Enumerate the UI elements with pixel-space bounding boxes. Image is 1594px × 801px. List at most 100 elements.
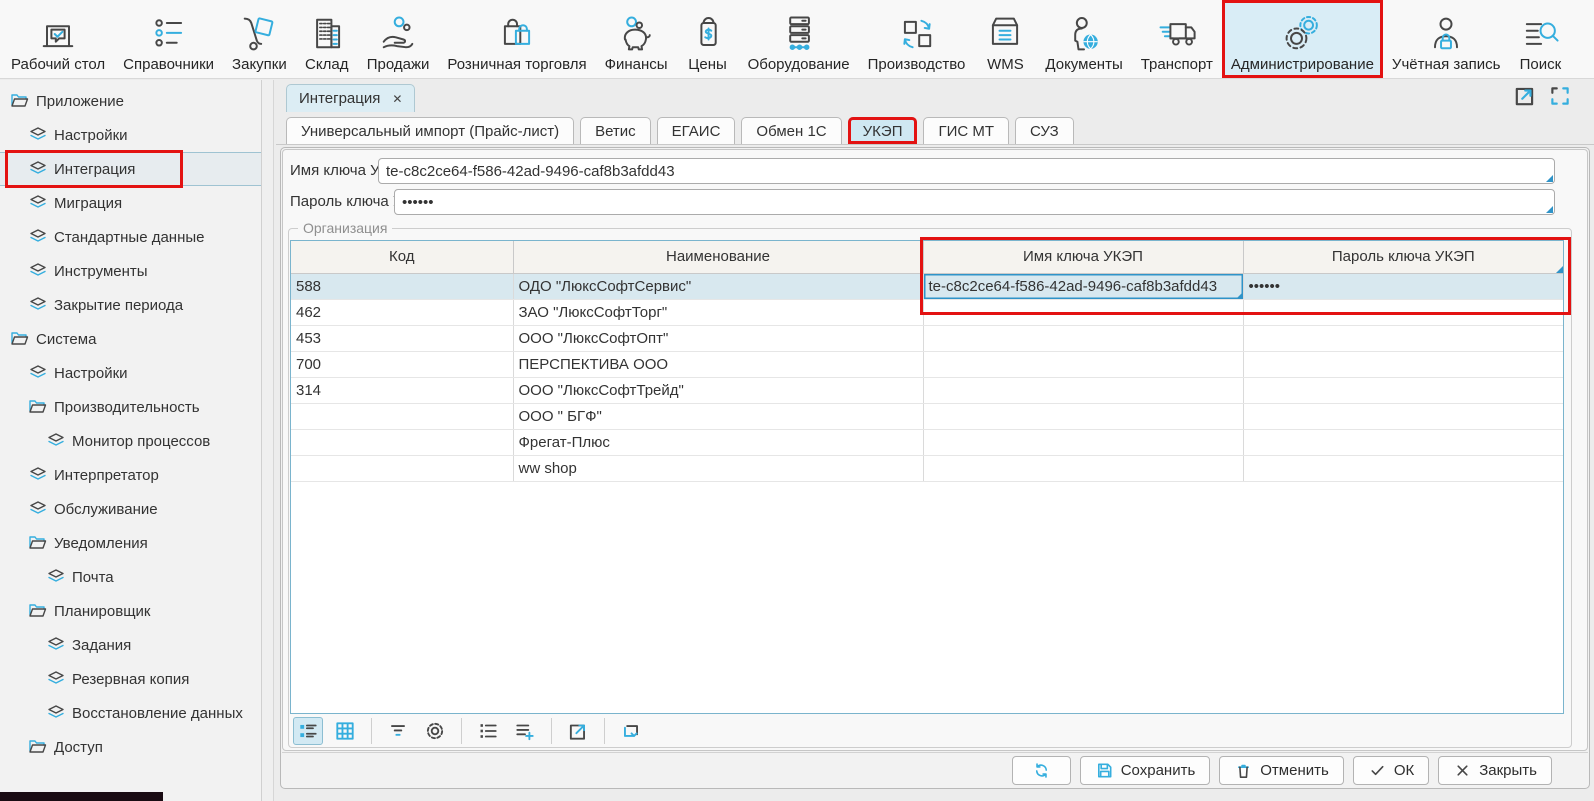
cell-key[interactable] [923, 351, 1243, 377]
sidebar-item-migration[interactable]: Миграция [0, 186, 261, 220]
table-row[interactable]: 314 ООО "ЛюксСофтТрейд" [291, 377, 1563, 403]
table-row[interactable]: 453 ООО "ЛюксСофтОпт" [291, 325, 1563, 351]
sidebar-item-scheduler[interactable]: Планировщик [0, 594, 261, 628]
cell-password[interactable] [1243, 351, 1563, 377]
sidebar-item-standard-data[interactable]: Стандартные данные [0, 220, 261, 254]
toolbar-item-warehouse[interactable]: Склад [296, 0, 358, 78]
sidebar-item-tools[interactable]: Инструменты [0, 254, 261, 288]
tab-gis-mt[interactable]: ГИС МТ [923, 117, 1009, 144]
cell-key[interactable] [923, 299, 1243, 325]
numbered-list-button[interactable] [473, 717, 503, 745]
tab-universal-import[interactable]: Универсальный импорт (Прайс-лист) [286, 117, 574, 144]
toolbar-item-sales[interactable]: Продажи [358, 0, 439, 78]
sidebar-item-mail[interactable]: Почта [0, 560, 261, 594]
tab-vetis[interactable]: Ветис [580, 117, 651, 144]
sidebar-item-system[interactable]: Система [0, 322, 261, 356]
open-external-button[interactable] [563, 717, 593, 745]
cell-code[interactable]: 462 [291, 299, 513, 325]
cell-code[interactable]: 453 [291, 325, 513, 351]
sidebar-item-settings[interactable]: Настройки [0, 118, 261, 152]
sidebar-item-performance[interactable]: Производительность [0, 390, 261, 424]
toolbar-item-equipment[interactable]: Оборудование [739, 0, 859, 78]
cell-key[interactable] [923, 429, 1243, 455]
table-row[interactable]: 588 ОДО "ЛюксСофтСервис" te-c8c2ce64-f58… [291, 273, 1563, 299]
cell-name[interactable]: Фрегат-Плюс [513, 429, 923, 455]
sidebar-item-notifications[interactable]: Уведомления [0, 526, 261, 560]
table-row[interactable]: 462 ЗАО "ЛюксСофтТорг" [291, 299, 1563, 325]
cell-name[interactable]: ОДО "ЛюксСофтСервис" [513, 273, 923, 299]
cell-password[interactable] [1243, 325, 1563, 351]
reload-button[interactable] [616, 717, 646, 745]
tab-egais[interactable]: ЕГАИС [657, 117, 736, 144]
refresh-button[interactable] [1012, 756, 1071, 785]
cell-code[interactable]: 314 [291, 377, 513, 403]
sidebar-item-data-restore[interactable]: Восстановление данных [0, 696, 261, 730]
sidebar-item-maintenance[interactable]: Обслуживание [0, 492, 261, 526]
cell-name[interactable]: ЗАО "ЛюксСофтТорг" [513, 299, 923, 325]
table-row[interactable]: ww shop [291, 455, 1563, 481]
cell-name[interactable]: ООО "ЛюксСофтОпт" [513, 325, 923, 351]
filter-button[interactable] [383, 717, 413, 745]
sidebar-item-interpreter[interactable]: Интерпретатор [0, 458, 261, 492]
sidebar-scrollbar[interactable] [262, 80, 274, 801]
save-button[interactable]: Сохранить [1080, 756, 1211, 785]
cell-code[interactable]: 700 [291, 351, 513, 377]
sidebar-item-process-monitor[interactable]: Монитор процессов [0, 424, 261, 458]
cell-password[interactable] [1243, 455, 1563, 481]
toolbar-item-prices[interactable]: Цены [677, 0, 739, 78]
cell-code[interactable] [291, 455, 513, 481]
cell-key[interactable] [923, 325, 1243, 351]
cell-code[interactable] [291, 429, 513, 455]
column-header-name[interactable]: Наименование [513, 241, 923, 273]
cell-code[interactable]: 588 [291, 273, 513, 299]
add-row-button[interactable] [510, 717, 540, 745]
table-settings-button[interactable] [420, 717, 450, 745]
sidebar-item-app[interactable]: Приложение [0, 84, 261, 118]
toolbar-item-wms[interactable]: WMS [974, 0, 1036, 78]
toolbar-item-retail[interactable]: Розничная торговля [438, 0, 595, 78]
sidebar-item-integration[interactable]: Интеграция [0, 152, 261, 186]
tab-ukep[interactable]: УКЭП [848, 117, 918, 144]
toolbar-item-desktop[interactable]: Рабочий стол [2, 0, 114, 78]
column-header-password[interactable]: Пароль ключа УКЭП [1243, 241, 1563, 273]
cell-password[interactable] [1243, 299, 1563, 325]
table-row[interactable]: ООО " БГФ" [291, 403, 1563, 429]
table-row[interactable]: Фрегат-Плюс [291, 429, 1563, 455]
sidebar-item-backup[interactable]: Резервная копия [0, 662, 261, 696]
toolbar-item-catalogs[interactable]: Справочники [114, 0, 223, 78]
column-header-key[interactable]: Имя ключа УКЭП [923, 241, 1243, 273]
cell-name[interactable]: ПЕРСПЕКТИВА ООО [513, 351, 923, 377]
toolbar-item-account[interactable]: Учётная запись [1383, 0, 1510, 78]
toolbar-item-purchases[interactable]: Закупки [223, 0, 296, 78]
cell-key-editor[interactable]: te-c8c2ce64-f586-42ad-9496-caf8b3afdd43 [923, 273, 1243, 299]
toolbar-item-documents[interactable]: Документы [1036, 0, 1131, 78]
cell-password[interactable] [1243, 403, 1563, 429]
table-row[interactable]: 700 ПЕРСПЕКТИВА ООО [291, 351, 1563, 377]
cell-key[interactable] [923, 403, 1243, 429]
tab-obmen-1c[interactable]: Обмен 1С [741, 117, 841, 144]
open-in-window-icon[interactable] [1513, 84, 1537, 108]
ok-button[interactable]: ОК [1353, 756, 1429, 785]
doc-tab-integration[interactable]: Интеграция ✕ [286, 84, 415, 112]
toolbar-item-production[interactable]: Производство [859, 0, 975, 78]
close-icon[interactable]: ✕ [392, 92, 402, 106]
cell-code[interactable] [291, 403, 513, 429]
sidebar-item-tasks[interactable]: Задания [0, 628, 261, 662]
cell-password[interactable] [1243, 429, 1563, 455]
tab-suz[interactable]: СУЗ [1015, 117, 1074, 144]
cell-key[interactable] [923, 455, 1243, 481]
toolbar-item-finance[interactable]: Финансы [596, 0, 677, 78]
cell-name[interactable]: ООО "ЛюксСофтТрейд" [513, 377, 923, 403]
toolbar-item-search[interactable]: Поиск [1509, 0, 1571, 78]
column-header-code[interactable]: Код [291, 241, 513, 273]
sidebar-item-access[interactable]: Доступ [0, 730, 261, 764]
sidebar-item-system-settings[interactable]: Настройки [0, 356, 261, 390]
toolbar-item-administration[interactable]: Администрирование [1222, 0, 1383, 78]
cell-password[interactable]: •••••• [1243, 273, 1563, 299]
sidebar-item-period-close[interactable]: Закрытие периода [0, 288, 261, 322]
key-name-input[interactable] [379, 159, 1554, 183]
close-button[interactable]: Закрыть [1438, 756, 1552, 785]
key-password-input[interactable] [395, 190, 1554, 214]
view-grid-button[interactable] [330, 717, 360, 745]
fullscreen-icon[interactable] [1548, 84, 1572, 108]
